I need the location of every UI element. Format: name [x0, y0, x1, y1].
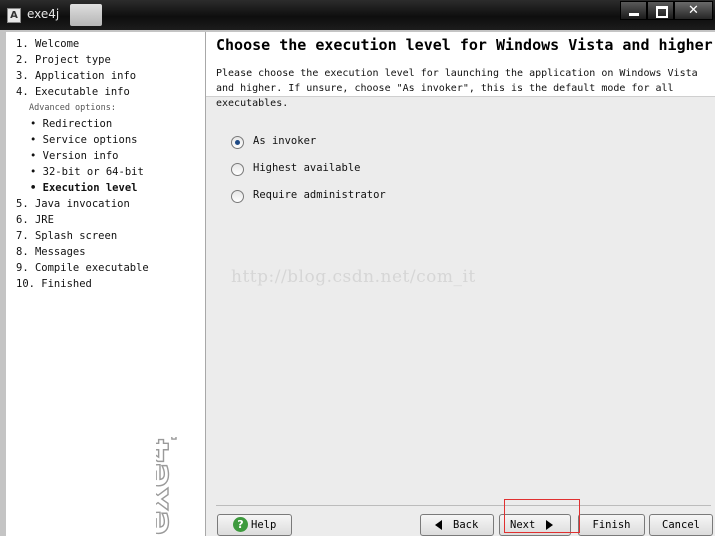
wizard-sidebar: 1. Welcome 2. Project type 3. Applicatio… — [6, 32, 206, 536]
step-jre[interactable]: 6. JRE — [16, 214, 54, 226]
wizard-content: Choose the execution level for Windows V… — [206, 32, 715, 536]
minimize-button[interactable] — [620, 1, 647, 20]
next-button[interactable]: Next — [499, 514, 571, 536]
back-label: Back — [453, 519, 479, 531]
step-service-options[interactable]: • Service options — [30, 134, 137, 146]
logo-text: exe4j — [156, 437, 177, 535]
step-project-type[interactable]: 2. Project type — [16, 54, 111, 66]
help-label: Help — [251, 519, 277, 531]
step-redirection[interactable]: • Redirection — [30, 118, 112, 130]
minimize-icon — [629, 13, 639, 16]
back-button[interactable]: Back — [420, 514, 494, 536]
step-welcome[interactable]: 1. Welcome — [16, 38, 79, 50]
arrow-left-icon — [435, 520, 442, 530]
title-bar-glow — [70, 4, 102, 26]
close-button[interactable]: ✕ — [674, 1, 713, 20]
step-application-info[interactable]: 3. Application info — [16, 70, 136, 82]
step-java-invocation[interactable]: 5. Java invocation — [16, 198, 130, 210]
step-32-64-bit[interactable]: • 32-bit or 64-bit — [30, 166, 144, 178]
button-separator — [216, 505, 711, 506]
step-finished[interactable]: 10. Finished — [16, 278, 92, 290]
label-highest-available[interactable]: Highest available — [253, 162, 360, 174]
finish-label: Finish — [592, 519, 631, 531]
app-icon: A — [7, 8, 21, 23]
window-title: exe4j — [27, 7, 60, 21]
close-icon: ✕ — [688, 3, 699, 18]
cancel-button[interactable]: Cancel — [649, 514, 713, 536]
help-button[interactable]: ? Help — [217, 514, 292, 536]
help-icon: ? — [233, 517, 248, 532]
cancel-label: Cancel — [662, 519, 700, 531]
step-compile-executable[interactable]: 9. Compile executable — [16, 262, 149, 274]
radio-as-invoker[interactable] — [231, 136, 244, 149]
title-bar[interactable]: A exe4j ✕ — [0, 0, 715, 30]
label-require-administrator[interactable]: Require administrator — [253, 189, 386, 201]
finish-button[interactable]: Finish — [578, 514, 645, 536]
exe4j-logo: exe4j — [156, 437, 178, 536]
advanced-options-label: Advanced options: — [29, 103, 116, 113]
arrow-right-icon — [546, 520, 553, 530]
step-messages[interactable]: 8. Messages — [16, 246, 86, 258]
radio-require-administrator[interactable] — [231, 190, 244, 203]
maximize-icon — [656, 6, 668, 18]
step-executable-info[interactable]: 4. Executable info — [16, 86, 130, 98]
radio-highest-available[interactable] — [231, 163, 244, 176]
label-as-invoker[interactable]: As invoker — [253, 135, 316, 147]
page-title: Choose the execution level for Windows V… — [216, 36, 713, 54]
step-version-info[interactable]: • Version info — [30, 150, 119, 162]
page-description: Please choose the execution level for la… — [216, 68, 698, 109]
maximize-button[interactable] — [647, 1, 674, 20]
step-execution-level[interactable]: • Execution level — [30, 182, 137, 194]
step-splash-screen[interactable]: 7. Splash screen — [16, 230, 117, 242]
next-label: Next — [510, 519, 536, 531]
watermark: http://blog.csdn.net/com_it — [231, 267, 476, 287]
